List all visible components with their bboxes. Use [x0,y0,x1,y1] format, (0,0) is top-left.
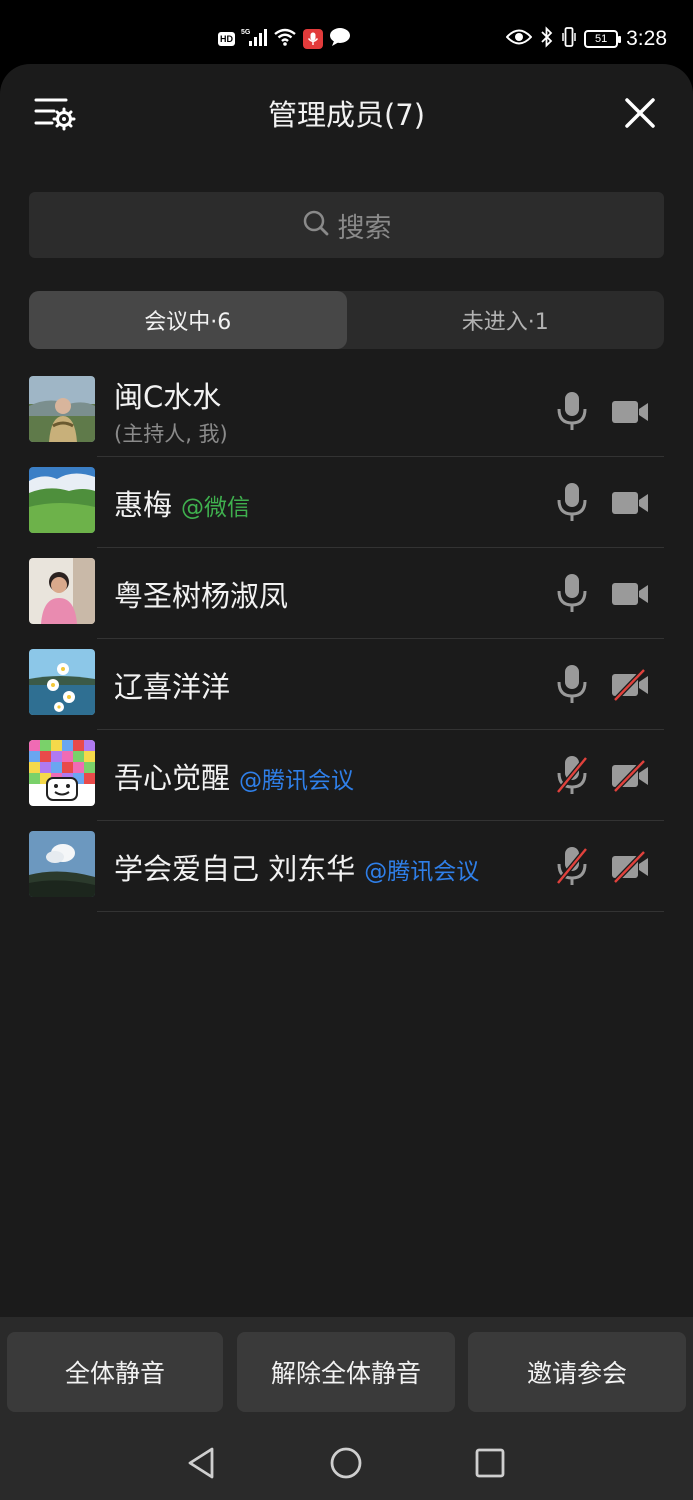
member-tabs: 会议中·6 未进入·1 [29,291,664,349]
bluetooth-icon [540,26,554,52]
avatar [29,376,95,442]
microphone-muted-icon[interactable] [554,754,590,796]
tab-not-joined[interactable]: 未进入·1 [347,291,665,349]
member-row[interactable]: 学会爱自己 刘东华 @腾讯会议 [0,821,693,912]
microphone-icon[interactable] [554,390,590,432]
back-icon[interactable] [182,1443,222,1483]
microphone-icon[interactable] [554,663,590,705]
member-source-tag: @腾讯会议 [239,768,355,794]
video-camera-icon[interactable] [610,487,650,519]
video-camera-icon[interactable] [610,396,650,428]
avatar [29,467,95,533]
close-icon[interactable] [623,96,657,130]
page-title: 管理成员(7) [267,98,426,132]
video-camera-off-icon[interactable] [610,759,650,793]
member-row[interactable]: 闽C水水 (主持人, 我) [0,366,693,457]
svg-text:5G: 5G [241,29,251,36]
avatar [29,649,95,715]
status-right-icons: 51 3:28 [505,24,667,54]
member-name-line: 学会爱自己 刘东华 @腾讯会议 [114,846,479,888]
row-divider [97,911,664,912]
header: 管理成员(7) [0,64,693,159]
unmute-all-button[interactable]: 解除全体静音 [237,1332,455,1412]
recents-icon[interactable] [470,1443,510,1483]
hd-badge: HD [218,32,235,46]
message-bubble-icon [329,27,351,51]
mute-all-button[interactable]: 全体静音 [7,1332,223,1412]
avatar [29,831,95,897]
member-row[interactable]: 吾心觉醒 @腾讯会议 [0,730,693,821]
microphone-icon[interactable] [554,572,590,614]
search-icon [302,209,330,241]
member-name: 粤圣树杨淑凤 [114,579,289,613]
home-icon[interactable] [326,1443,366,1483]
member-name-line: 吾心觉醒 @腾讯会议 [114,755,354,797]
member-list: 闽C水水 (主持人, 我) 惠梅 @微信 粤圣树杨淑凤 辽喜洋洋 吾心觉醒 @腾… [0,366,693,912]
search-placeholder: 搜索 [337,212,392,244]
manage-members-sheet: 管理成员(7) 搜索 会议中·6 未进入·1 闽C水水 (主持人, 我) 惠梅 … [0,64,693,1500]
clock: 3:28 [626,27,667,50]
eye-icon [505,28,533,50]
recording-mic-icon [303,29,323,49]
vibrate-icon [562,26,576,52]
microphone-icon[interactable] [554,481,590,523]
member-row[interactable]: 惠梅 @微信 [0,457,693,548]
video-camera-off-icon[interactable] [610,668,650,702]
member-name-line: 粤圣树杨淑凤 [114,573,288,615]
bottom-action-bar: 全体静音 解除全体静音 邀请参会 [0,1317,693,1427]
video-camera-icon[interactable] [610,578,650,610]
status-bar: HD 5G 51 3:28 [0,0,693,70]
microphone-muted-icon[interactable] [554,845,590,887]
member-row[interactable]: 辽喜洋洋 [0,639,693,730]
video-camera-off-icon[interactable] [610,850,650,884]
status-left-icons: HD 5G [218,26,351,52]
wifi-icon [273,27,297,51]
system-nav-bar [0,1427,693,1500]
member-role: (主持人, 我) [114,422,228,446]
member-name: 惠梅 [114,488,173,522]
search-input[interactable]: 搜索 [29,192,664,258]
signal-5g-icon: 5G [241,27,267,51]
invite-button[interactable]: 邀请参会 [468,1332,686,1412]
battery-level: 51 [595,33,608,45]
battery-icon: 51 [584,30,622,48]
avatar [29,740,95,806]
member-row[interactable]: 粤圣树杨淑凤 [0,548,693,639]
member-name: 闽C水水 [114,380,222,414]
member-name: 学会爱自己 刘东华 [114,852,356,886]
member-name: 辽喜洋洋 [114,670,231,704]
member-name: 吾心觉醒 [114,761,231,795]
member-name-line: 闽C水水 [114,374,221,416]
member-source-tag: @微信 [181,495,251,521]
member-name-line: 惠梅 @微信 [114,482,250,524]
avatar [29,558,95,624]
member-source-tag: @腾讯会议 [364,859,480,885]
tab-in-meeting[interactable]: 会议中·6 [29,291,347,349]
member-name-line: 辽喜洋洋 [114,664,230,706]
